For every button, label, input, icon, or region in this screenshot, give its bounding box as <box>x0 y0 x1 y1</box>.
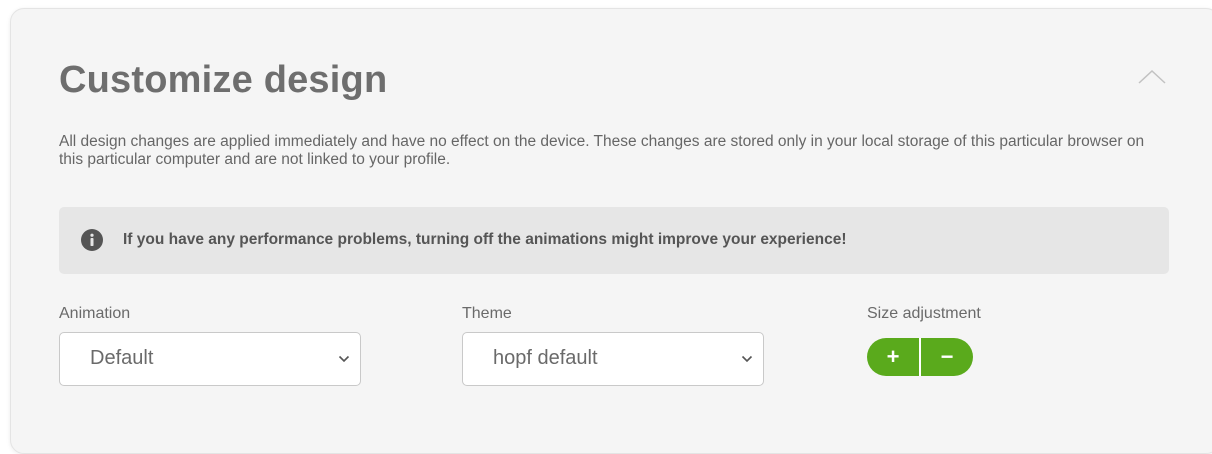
increase-size-button[interactable]: + <box>867 338 919 376</box>
performance-notice: If you have any performance problems, tu… <box>59 207 1169 274</box>
panel-description: All design changes are applied immediate… <box>59 133 1145 168</box>
animation-selected-value: Default <box>90 347 154 369</box>
info-circle-icon <box>81 229 103 251</box>
decrease-size-button[interactable]: − <box>921 338 973 376</box>
theme-select[interactable]: hopf default <box>462 332 764 386</box>
notice-text: If you have any performance problems, tu… <box>123 231 847 248</box>
animation-select[interactable]: Default <box>59 332 361 386</box>
theme-label: Theme <box>462 305 512 322</box>
chevron-down-icon <box>338 355 350 363</box>
chevron-down-icon <box>741 355 753 363</box>
size-adjustment-label: Size adjustment <box>867 305 981 322</box>
theme-selected-value: hopf default <box>493 347 598 369</box>
animation-label: Animation <box>59 305 131 322</box>
panel-title: Customize design <box>59 59 388 101</box>
collapse-toggle[interactable] <box>1135 65 1169 87</box>
size-adjustment-group: + − <box>867 338 973 376</box>
chevron-up-icon <box>1138 69 1166 84</box>
customize-design-panel: Customize design All design changes are … <box>10 8 1212 454</box>
